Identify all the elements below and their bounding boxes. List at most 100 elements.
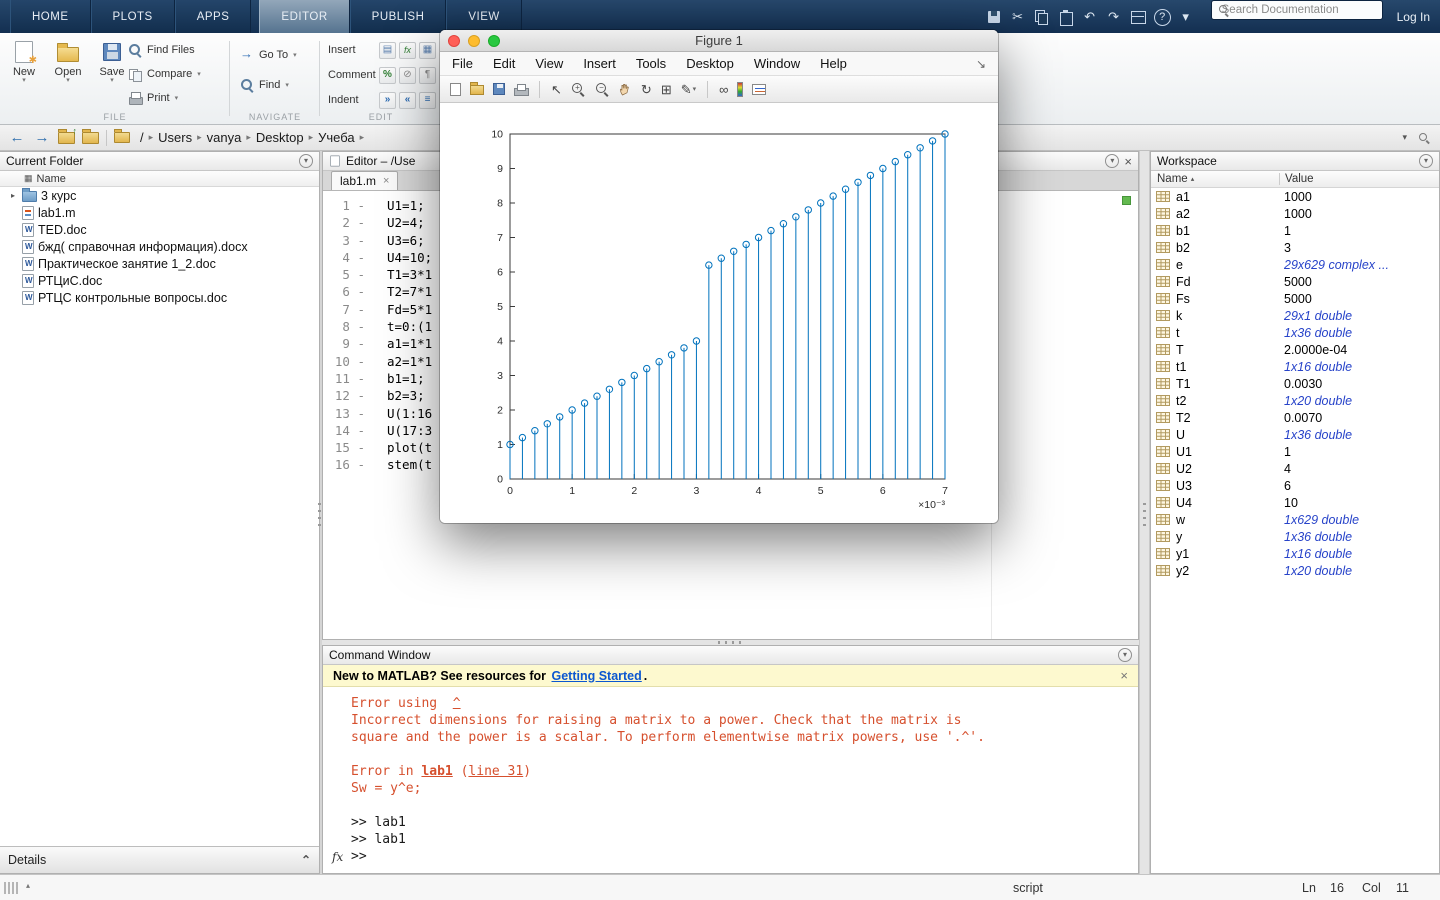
line-number[interactable]: 3 -: [323, 232, 369, 249]
workspace-variable-row[interactable]: y 1x36 double: [1151, 528, 1439, 545]
line-number[interactable]: 12 -: [323, 387, 369, 404]
toolbar-menu-icon[interactable]: ▾: [1175, 9, 1197, 25]
file-item[interactable]: Практическое занятие 1_2.doc: [0, 255, 319, 272]
new-button[interactable]: New ▾: [4, 38, 44, 84]
workspace-variable-row[interactable]: U3 6: [1151, 477, 1439, 494]
figure-menu-tools[interactable]: Tools: [636, 56, 666, 71]
prompt-row[interactable]: fx >>: [323, 848, 1138, 865]
function-fx-button[interactable]: fx: [399, 42, 416, 59]
panel-menu-icon[interactable]: ▾: [1118, 648, 1132, 662]
open-file-button[interactable]: [470, 83, 484, 95]
copy-icon[interactable]: [1031, 9, 1053, 25]
workspace-variable-row[interactable]: U1 1: [1151, 443, 1439, 460]
toolstrip-tab-plots[interactable]: PLOTS: [91, 0, 175, 33]
print-button[interactable]: Print▾: [128, 90, 201, 106]
edit-cursor-button[interactable]: ↖: [551, 83, 562, 96]
splitter-handle[interactable]: [318, 503, 321, 527]
search-input[interactable]: [1222, 4, 1376, 16]
link-plots-button[interactable]: ∞: [719, 83, 728, 96]
line-number[interactable]: 6 -: [323, 283, 369, 300]
zoom-out-button[interactable]: −: [595, 82, 610, 97]
breadcrumb-segment[interactable]: Desktop: [253, 130, 307, 145]
workspace-variable-row[interactable]: U 1x36 double: [1151, 426, 1439, 443]
toolstrip-tab-publish[interactable]: PUBLISH: [350, 0, 447, 33]
breadcrumb-segment[interactable]: vanya: [204, 130, 245, 145]
up-folder-icon[interactable]: ↑: [58, 132, 75, 144]
forward-icon[interactable]: →: [33, 129, 51, 146]
insert-colorbar-button[interactable]: [737, 82, 743, 97]
workspace-variable-row[interactable]: b2 3: [1151, 239, 1439, 256]
workspace-variable-row[interactable]: a2 1000: [1151, 205, 1439, 222]
line-number[interactable]: 7 -: [323, 301, 369, 318]
workspace-variable-row[interactable]: T1 0.0030: [1151, 375, 1439, 392]
toolstrip-tab-view[interactable]: VIEW: [446, 0, 521, 33]
zoom-window-button[interactable]: [488, 35, 500, 47]
figure-menu-edit[interactable]: Edit: [493, 56, 515, 71]
console-output[interactable]: Error using ^Incorrect dimensions for ra…: [323, 687, 1138, 848]
console-link[interactable]: line 31: [468, 764, 523, 779]
editor-tab-lab1[interactable]: lab1.m ×: [331, 171, 398, 190]
file-item[interactable]: ▸ 3 курс: [0, 187, 319, 204]
line-number[interactable]: 15 -: [323, 439, 369, 456]
file-item[interactable]: lab1.m: [0, 204, 319, 221]
rotate-3d-button[interactable]: ↻: [641, 83, 652, 96]
figure-menu-help[interactable]: Help: [820, 56, 847, 71]
details-bar[interactable]: Details ⌃: [0, 846, 319, 873]
documentation-search[interactable]: [1211, 0, 1383, 20]
save-figure-button[interactable]: [493, 83, 505, 95]
save-icon[interactable]: [983, 9, 1005, 25]
save-button[interactable]: Save ▾: [92, 38, 132, 84]
line-number[interactable]: 10 -: [323, 353, 369, 370]
indent-left-button[interactable]: «: [399, 92, 416, 109]
workspace-variable-row[interactable]: y2 1x20 double: [1151, 562, 1439, 579]
workspace-variable-row[interactable]: Fs 5000: [1151, 290, 1439, 307]
pan-hand-button[interactable]: [619, 82, 632, 96]
splitter-handle[interactable]: [718, 641, 742, 644]
print-figure-button[interactable]: [514, 83, 528, 96]
workspace-variable-row[interactable]: Fd 5000: [1151, 273, 1439, 290]
line-number[interactable]: 5 -: [323, 266, 369, 283]
undo-icon[interactable]: ↶: [1079, 9, 1101, 25]
minimize-window-button[interactable]: [468, 35, 480, 47]
find-files-button[interactable]: Find Files: [128, 42, 201, 58]
workspace-variable-row[interactable]: t 1x36 double: [1151, 324, 1439, 341]
stem-plot[interactable]: 01234567891001234567×10⁻³: [440, 103, 998, 523]
workspace-variable-row[interactable]: T 2.0000e-04: [1151, 341, 1439, 358]
brush-data-button[interactable]: ✎▾: [681, 83, 696, 96]
uncomment-percent-button[interactable]: ⊘: [399, 67, 416, 84]
close-banner-icon[interactable]: ×: [1120, 668, 1128, 683]
workspace-variable-row[interactable]: a1 1000: [1151, 188, 1439, 205]
data-cursor-button[interactable]: ⊞: [661, 83, 672, 96]
insert-legend-button[interactable]: [752, 84, 766, 95]
close-tab-icon[interactable]: ×: [383, 175, 389, 187]
line-number[interactable]: 11 -: [323, 370, 369, 387]
redo-icon[interactable]: ↷: [1103, 9, 1125, 25]
section-break-button[interactable]: ▤: [379, 42, 396, 59]
close-window-button[interactable]: [448, 35, 460, 47]
workspace-variable-row[interactable]: t1 1x16 double: [1151, 358, 1439, 375]
resize-grip[interactable]: [4, 882, 20, 894]
open-button[interactable]: Open ▾: [48, 38, 88, 84]
line-number[interactable]: 8 -: [323, 318, 369, 335]
cut-icon[interactable]: ✂: [1007, 9, 1029, 25]
toolstrip-tab-editor[interactable]: EDITOR: [259, 0, 349, 33]
line-number[interactable]: 1 -: [323, 197, 369, 214]
console-link[interactable]: lab1: [421, 764, 452, 779]
name-column-header[interactable]: Name▴: [1157, 173, 1194, 185]
line-number[interactable]: 9 -: [323, 335, 369, 352]
line-number[interactable]: 14 -: [323, 422, 369, 439]
file-item[interactable]: TED.doc: [0, 221, 319, 238]
console-link[interactable]: ^: [453, 696, 461, 711]
indent-right-button[interactable]: »: [379, 92, 396, 109]
panel-menu-icon[interactable]: ▾: [1105, 154, 1119, 168]
toolstrip-tab-home[interactable]: HOME: [10, 0, 91, 33]
browse-folder-icon[interactable]: [82, 132, 99, 144]
workspace-variable-row[interactable]: b1 1: [1151, 222, 1439, 239]
paste-icon[interactable]: [1055, 9, 1077, 25]
file-item[interactable]: бжд( справочная информация).docx: [0, 238, 319, 255]
zoom-in-button[interactable]: +: [571, 82, 586, 97]
toolstrip-tab-apps[interactable]: APPS: [175, 0, 252, 33]
code-cell-button[interactable]: ▦: [419, 42, 436, 59]
panel-menu-icon[interactable]: ▾: [1419, 154, 1433, 168]
workspace-variable-row[interactable]: e 29x629 complex ...: [1151, 256, 1439, 273]
